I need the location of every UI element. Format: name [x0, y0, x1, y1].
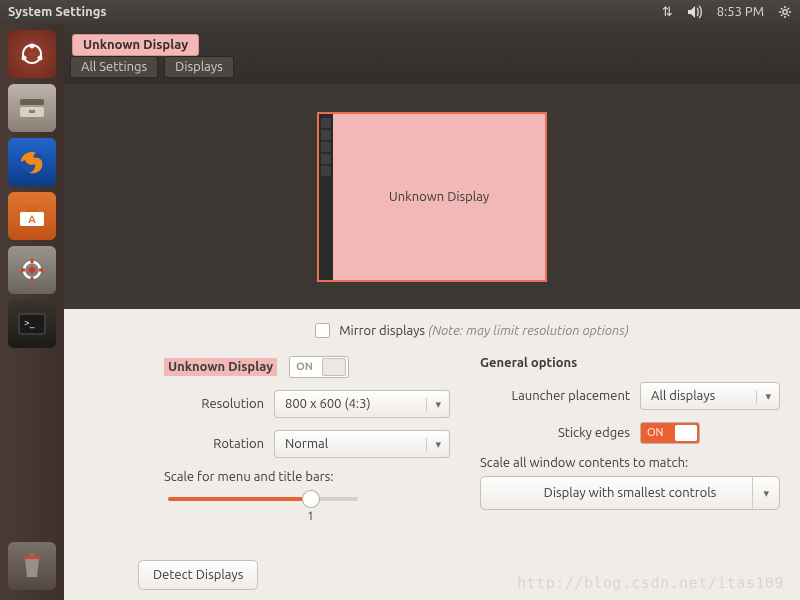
launcher-settings-icon[interactable]	[8, 246, 56, 294]
svg-text:A: A	[28, 214, 36, 226]
launcher-files-icon[interactable]	[8, 84, 56, 132]
launcher-placement-select[interactable]: All displays	[640, 382, 780, 410]
rotation-select[interactable]: Normal	[274, 430, 450, 458]
mirror-label: Mirror displays	[339, 324, 425, 338]
launcher-software-icon[interactable]: A	[8, 192, 56, 240]
launcher-placement-label: Launcher placement	[480, 389, 630, 403]
scale-ui-label: Scale for menu and title bars:	[164, 470, 450, 484]
window-header: Displays Unknown Display All Settings Di…	[64, 24, 800, 84]
settings-body: Mirror displays (Note: may limit resolut…	[64, 309, 800, 520]
resolution-label: Resolution	[164, 397, 264, 411]
sticky-edges-label: Sticky edges	[480, 426, 630, 440]
top-menubar: System Settings ⇅ 8:53 PM	[0, 0, 800, 24]
gear-icon[interactable]	[778, 5, 792, 19]
network-icon[interactable]: ⇅	[662, 5, 673, 20]
watermark: http://blog.csdn.net/itas109	[517, 574, 784, 592]
launcher-firefox-icon[interactable]	[8, 138, 56, 186]
launcher-trash-icon[interactable]	[8, 542, 56, 590]
monitor-preview[interactable]: Unknown Display	[317, 112, 547, 282]
launcher-terminal-icon[interactable]: >_	[8, 300, 56, 348]
display-power-toggle[interactable]: ON	[289, 356, 349, 378]
detect-displays-button[interactable]: Detect Displays	[138, 560, 258, 590]
display-settings-column: Unknown Display ON Resolution 800 x 600 …	[164, 356, 450, 510]
mirror-note: (Note: may limit resolution options)	[428, 324, 629, 338]
scale-ui-slider[interactable]: 1	[168, 490, 358, 508]
scale-all-label: Scale all window contents to match:	[480, 456, 780, 470]
settings-window: Displays Unknown Display All Settings Di…	[64, 24, 800, 600]
display-badge[interactable]: Unknown Display	[72, 34, 199, 56]
breadcrumb: All Settings Displays	[70, 56, 234, 78]
unity-launcher: A >_	[0, 24, 64, 600]
svg-text:>_: >_	[24, 317, 35, 328]
crumb-all-settings[interactable]: All Settings	[70, 56, 158, 78]
monitor-label: Unknown Display	[333, 114, 545, 280]
general-options-header: General options	[480, 356, 780, 370]
sticky-edges-toggle[interactable]: ON	[640, 422, 700, 444]
clock[interactable]: 8:53 PM	[717, 5, 764, 19]
app-title: System Settings	[8, 5, 107, 19]
general-options-column: General options Launcher placement All d…	[480, 356, 780, 510]
rotation-label: Rotation	[164, 437, 264, 451]
resolution-select[interactable]: 800 x 600 (4:3)	[274, 390, 450, 418]
scale-ui-value: 1	[307, 510, 314, 523]
launcher-dash-icon[interactable]	[8, 30, 56, 78]
display-arrangement-area[interactable]: Unknown Display	[64, 84, 800, 309]
selected-display-name: Unknown Display	[164, 358, 277, 376]
crumb-displays[interactable]: Displays	[164, 56, 234, 78]
volume-icon[interactable]	[687, 5, 703, 19]
scale-all-select[interactable]: Display with smallest controls	[480, 476, 780, 510]
mirror-checkbox[interactable]	[315, 323, 330, 338]
mirror-row: Mirror displays (Note: may limit resolut…	[164, 323, 780, 338]
